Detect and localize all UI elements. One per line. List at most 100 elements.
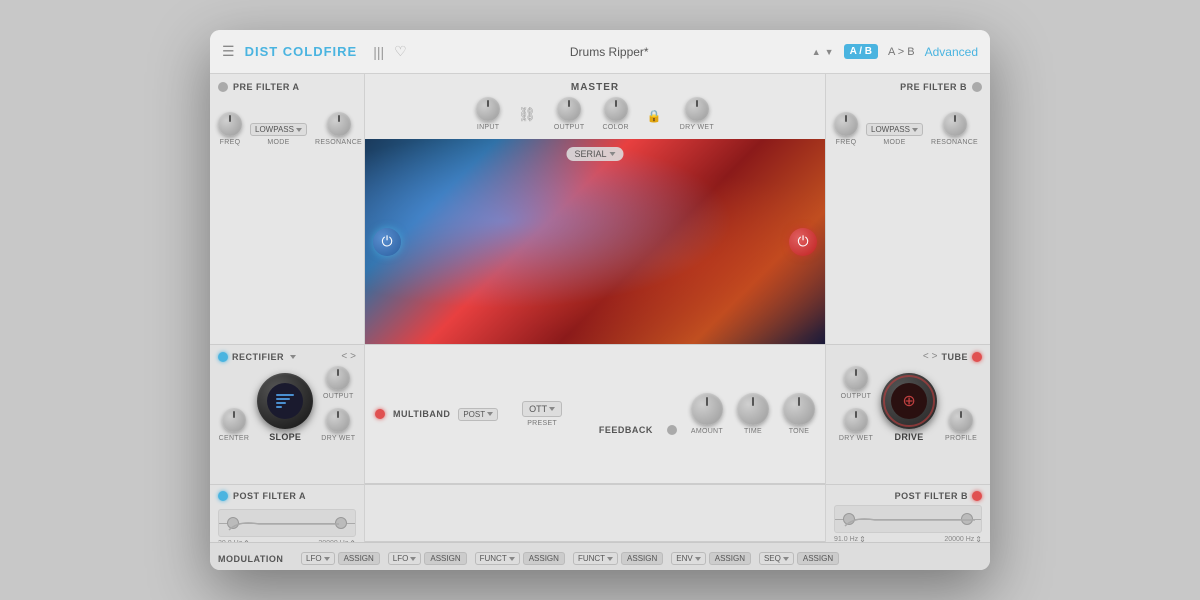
art-overlay — [365, 139, 825, 344]
mod-type-3[interactable]: FUNCT — [573, 552, 618, 565]
rectifier-led[interactable] — [218, 352, 228, 362]
amount-knob[interactable] — [691, 393, 723, 425]
freq-label: FREQ — [220, 139, 241, 146]
middle-row: RECTIFIER < > CENTER — [210, 344, 990, 484]
pf-b-freq-knob[interactable] — [834, 112, 858, 136]
assign-button-4[interactable]: ASSIGN — [709, 552, 751, 565]
tube-led[interactable] — [972, 352, 982, 362]
favorite-icon[interactable]: ♡ — [394, 43, 407, 60]
tube-left-knobs: OUTPUT DRY WET — [839, 366, 873, 442]
mod-type-3-chevron — [607, 557, 613, 561]
center-sections: MULTIBAND POST OTT PRESET — [365, 344, 825, 484]
menu-icon[interactable]: ☰ — [222, 43, 235, 60]
power-button-left[interactable]: ⏻ — [373, 228, 401, 256]
preset-chevron — [549, 407, 555, 411]
mod-column: MODULATION LFO ASSIGN LFO ASSIGN — [210, 542, 990, 570]
master-input-knob[interactable] — [476, 97, 500, 121]
mod-type-0[interactable]: LFO — [301, 552, 335, 565]
pre-filter-b-led[interactable] — [972, 82, 982, 92]
center-knob[interactable] — [222, 408, 246, 432]
library-icon[interactable]: ||| — [373, 44, 384, 60]
assign-button-3[interactable]: ASSIGN — [621, 552, 663, 565]
serial-chevron — [610, 152, 616, 156]
mod-type-5[interactable]: SEQ — [759, 552, 794, 565]
rect-nav-right[interactable]: > — [350, 351, 356, 362]
post-filter-b-graph[interactable] — [834, 505, 982, 533]
resonance-group: RESONANCE — [315, 112, 362, 146]
mod-type-2[interactable]: FUNCT — [475, 552, 520, 565]
post-filters-row: POST FILTER A 20.0 Hz ⇕ 200 — [210, 484, 990, 542]
tone-knob[interactable] — [783, 393, 815, 425]
preset-dropdown[interactable]: OTT — [522, 401, 562, 417]
mode-chevron — [296, 128, 302, 132]
multiband-led[interactable] — [375, 409, 385, 419]
tone-label: TONE — [789, 428, 810, 435]
rect-output-knob[interactable] — [326, 366, 350, 390]
advanced-button[interactable]: Advanced — [925, 45, 978, 59]
filter-curve — [219, 510, 355, 536]
profile-knob[interactable] — [949, 408, 973, 432]
rectifier-header: RECTIFIER < > — [218, 351, 356, 362]
header: ☰ DIST COLDFIRE ||| ♡ Drums Ripper* ▲ ▼ … — [210, 30, 990, 74]
pre-filter-a-led[interactable] — [218, 82, 228, 92]
rect-drywet-group: DRY WET — [321, 408, 355, 442]
pf-b-resonance-group: RESONANCE — [931, 112, 978, 146]
plugin-window: ☰ DIST COLDFIRE ||| ♡ Drums Ripper* ▲ ▼ … — [210, 30, 990, 570]
tube-nav-right[interactable]: > — [932, 351, 938, 362]
drive-group: ⊕ DRIVE — [881, 373, 937, 442]
assign-button-0[interactable]: ASSIGN — [338, 552, 380, 565]
mod-type-4[interactable]: ENV — [671, 552, 705, 565]
tube-drywet-knob[interactable] — [844, 408, 868, 432]
mod-type-1[interactable]: LFO — [388, 552, 422, 565]
drive-label: DRIVE — [895, 432, 924, 442]
pf-b-mode-dropdown[interactable]: LOWPASS — [866, 123, 923, 136]
rectifier-knobs: CENTER — [218, 366, 356, 442]
chain-icon: ⛓ — [518, 106, 536, 131]
nav-down-arrow[interactable]: ▼ — [825, 47, 834, 57]
slope-knob[interactable] — [257, 373, 313, 429]
tube-output-knob[interactable] — [844, 366, 868, 390]
center-label: CENTER — [219, 435, 250, 442]
resonance-knob[interactable] — [327, 112, 351, 136]
multiband-post-dropdown[interactable]: POST — [458, 408, 498, 421]
tube-header: < > TUBE — [834, 351, 982, 362]
art-background — [365, 139, 825, 344]
feedback-title: FEEDBACK — [599, 425, 653, 435]
master-output-knob[interactable] — [557, 97, 581, 121]
pf-b-resonance-knob[interactable] — [943, 112, 967, 136]
profile-label: Profile — [945, 435, 977, 442]
ab-toggle[interactable]: A / B — [844, 44, 878, 59]
rect-output-group: OUTPUT — [321, 366, 355, 400]
rect-drywet-knob[interactable] — [326, 408, 350, 432]
preset-name[interactable]: Drums Ripper* — [417, 45, 802, 59]
master-color-group: COLOR — [602, 97, 628, 131]
power-button-right[interactable]: ⏻ — [789, 228, 817, 256]
nav-up-arrow[interactable]: ▲ — [812, 47, 821, 57]
post-filter-a-graph[interactable] — [218, 509, 356, 537]
post-filter-a-title: POST FILTER A — [233, 491, 306, 501]
tube-nav-left[interactable]: < — [923, 351, 929, 362]
multi-feedback-panel: MULTIBAND POST OTT PRESET — [365, 345, 825, 484]
serial-badge[interactable]: SERIAL — [566, 147, 623, 161]
master-drywet-knob[interactable] — [685, 97, 709, 121]
post-filter-a-led[interactable] — [218, 491, 228, 501]
pre-filter-a-header: PRE FILTER A — [218, 82, 356, 92]
post-filter-b-led[interactable] — [972, 491, 982, 501]
pf-b-resonance-label: RESONANCE — [931, 139, 978, 146]
mod-type-2-chevron — [509, 557, 515, 561]
drive-knob[interactable]: ⊕ — [881, 373, 937, 429]
master-title: MASTER — [571, 82, 619, 93]
mod-type-5-chevron — [783, 557, 789, 561]
rect-nav-left[interactable]: < — [341, 351, 347, 362]
master-input-group: INPUT — [476, 97, 500, 131]
master-color-knob[interactable] — [604, 97, 628, 121]
drive-ring — [883, 375, 935, 427]
rect-right-knobs: OUTPUT DRY WET — [321, 366, 355, 442]
time-knob[interactable] — [737, 393, 769, 425]
assign-button-1[interactable]: ASSIGN — [424, 552, 466, 565]
assign-button-5[interactable]: ASSIGN — [797, 552, 839, 565]
feedback-led[interactable] — [667, 425, 677, 435]
freq-knob[interactable] — [218, 112, 242, 136]
assign-button-2[interactable]: ASSIGN — [523, 552, 565, 565]
mode-dropdown[interactable]: LOWPASS — [250, 123, 307, 136]
